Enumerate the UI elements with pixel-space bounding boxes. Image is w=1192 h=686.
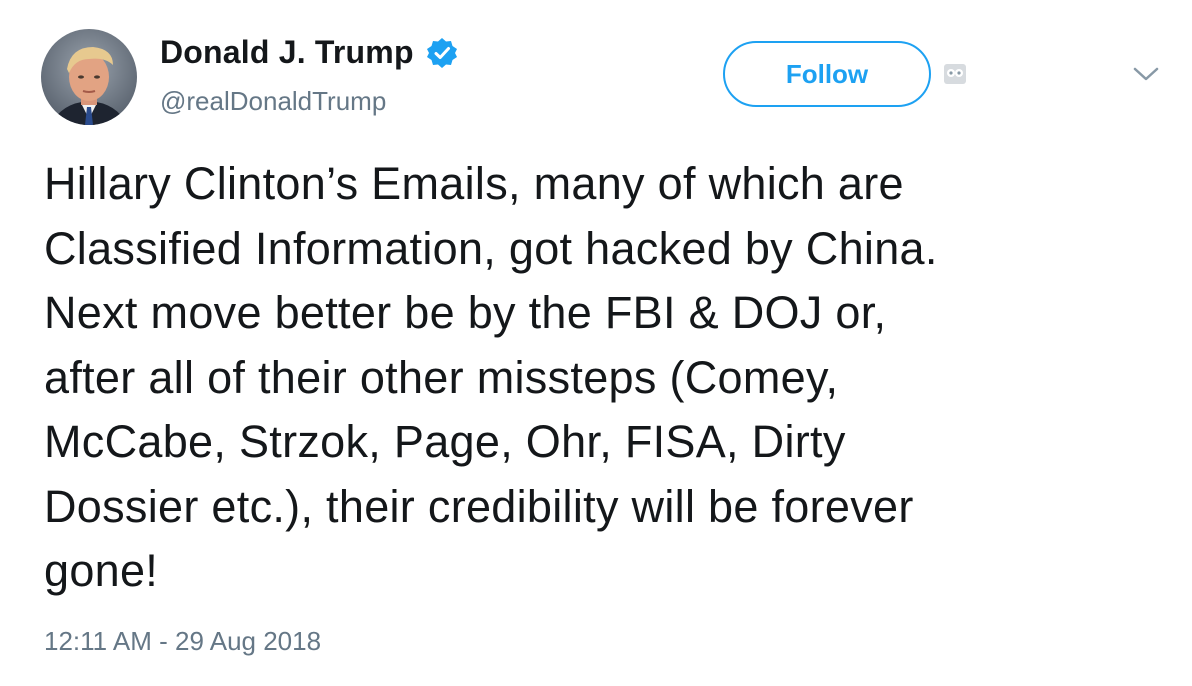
verified-badge-icon — [426, 37, 458, 69]
profile-photo — [41, 29, 137, 125]
tweet-timestamp[interactable]: 12:11 AM - 29 Aug 2018 — [44, 626, 321, 657]
author-handle[interactable]: @realDonaldTrump — [160, 86, 386, 117]
avatar[interactable] — [41, 29, 137, 125]
tweet-text: Hillary Clinton’s Emails, many of which … — [44, 158, 938, 596]
follow-button[interactable]: Follow — [723, 41, 931, 107]
chevron-down-icon[interactable] — [1132, 64, 1160, 84]
owl-icon[interactable] — [944, 64, 966, 84]
author-name-row: Donald J. Trump — [160, 34, 458, 71]
display-name[interactable]: Donald J. Trump — [160, 34, 414, 71]
